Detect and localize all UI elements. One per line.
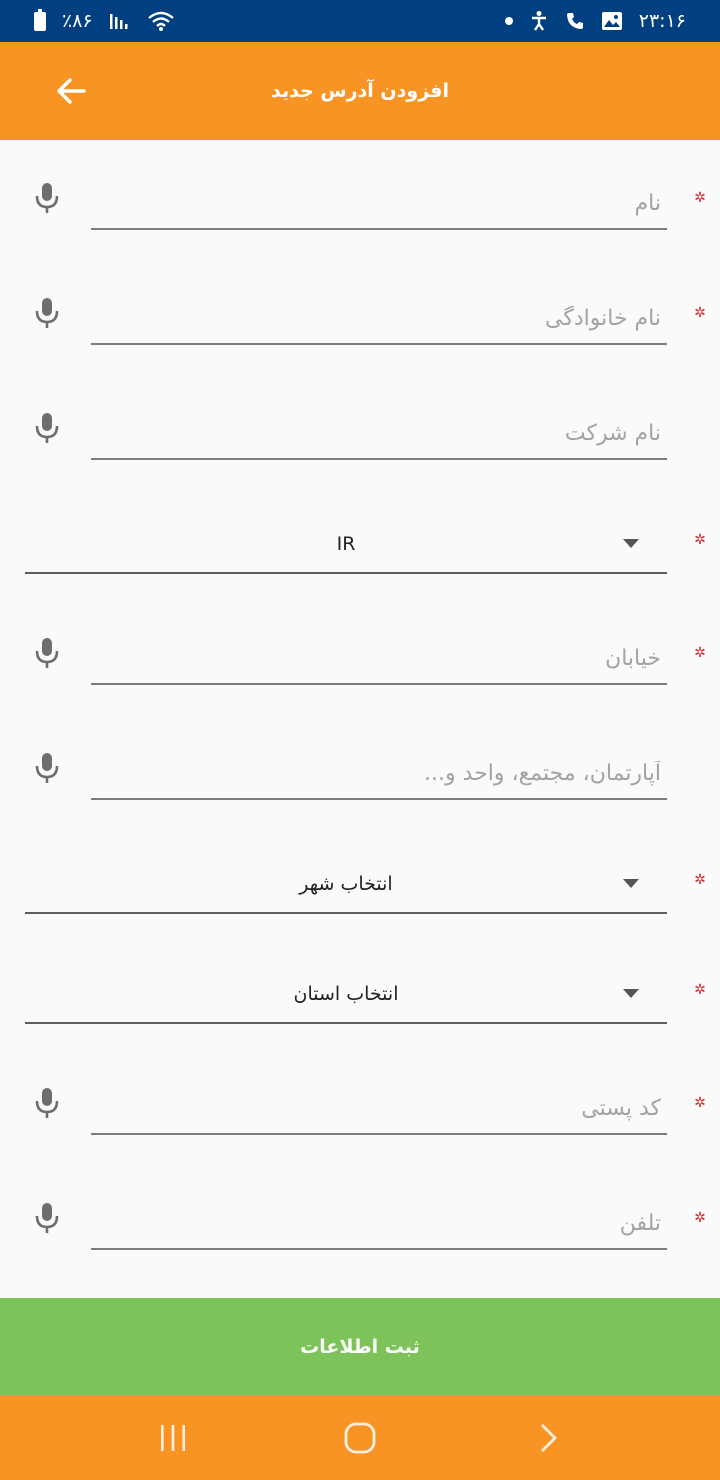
back-button[interactable]: [48, 68, 94, 114]
recent-apps-icon: [161, 1425, 185, 1451]
apartment-input[interactable]: [91, 752, 667, 800]
page-title: افزودن آدرس جدید: [271, 80, 449, 102]
app-bar: افزودن آدرس جدید: [0, 42, 720, 140]
required-marker: ✲: [694, 1095, 706, 1111]
phone-icon: [565, 11, 585, 31]
required-marker: ✲: [694, 532, 706, 548]
mic-icon[interactable]: [34, 1202, 60, 1234]
phone-input[interactable]: [91, 1202, 667, 1250]
last-name-input[interactable]: [91, 297, 667, 345]
battery-percent: ٪۸۶: [62, 10, 93, 32]
accessibility-icon: [529, 10, 549, 32]
wifi-icon: [147, 10, 175, 32]
mic-icon[interactable]: [34, 1087, 60, 1119]
company-input[interactable]: [91, 412, 667, 460]
country-select[interactable]: IR: [25, 526, 667, 574]
required-marker: ✲: [694, 1210, 706, 1226]
status-bar-left: ٪۸۶: [34, 8, 175, 32]
dropdown-arrow-icon: [623, 879, 639, 888]
required-marker: ✲: [694, 872, 706, 888]
dropdown-arrow-icon: [623, 989, 639, 998]
system-nav-bar: [0, 1396, 720, 1480]
notification-dot-icon: [504, 17, 513, 25]
chevron-right-icon: [541, 1424, 557, 1452]
submit-button[interactable]: ثبت اطلاعات: [0, 1298, 720, 1396]
country-select-value: IR: [336, 533, 356, 555]
postal-code-input[interactable]: [91, 1087, 667, 1135]
signal-icon: [109, 11, 131, 31]
gallery-icon: [601, 11, 623, 31]
battery-icon: [34, 8, 46, 31]
home-button[interactable]: [340, 1418, 380, 1458]
street-input[interactable]: [91, 637, 667, 685]
arrow-back-icon: [57, 78, 86, 104]
state-select[interactable]: انتخاب استان: [25, 976, 667, 1024]
mic-icon[interactable]: [34, 182, 60, 214]
back-nav-button[interactable]: [528, 1418, 568, 1458]
status-bar-right: ۲۳:۱۶: [504, 10, 686, 32]
city-select[interactable]: انتخاب شهر: [25, 866, 667, 914]
city-select-value: انتخاب شهر: [299, 873, 393, 895]
required-marker: ✲: [694, 645, 706, 661]
recent-apps-button[interactable]: [153, 1418, 193, 1458]
required-marker: ✲: [694, 305, 706, 321]
mic-icon[interactable]: [34, 297, 60, 329]
home-icon: [344, 1422, 376, 1454]
required-marker: ✲: [694, 190, 706, 206]
clock: ۲۳:۱۶: [638, 10, 686, 32]
mic-icon[interactable]: [34, 637, 60, 669]
address-form: ✲ ✲ ✲ IR ✲ ✲ انتخاب شهر ✲ انتخاب استان ✲: [0, 140, 720, 1298]
mic-icon[interactable]: [34, 412, 60, 444]
required-marker: ✲: [694, 982, 706, 998]
mic-icon[interactable]: [34, 752, 60, 784]
dropdown-arrow-icon: [623, 539, 639, 548]
state-select-value: انتخاب استان: [293, 983, 399, 1005]
first-name-input[interactable]: [91, 182, 667, 230]
status-bar: ٪۸۶ ۲۳:۱۶: [0, 0, 720, 42]
